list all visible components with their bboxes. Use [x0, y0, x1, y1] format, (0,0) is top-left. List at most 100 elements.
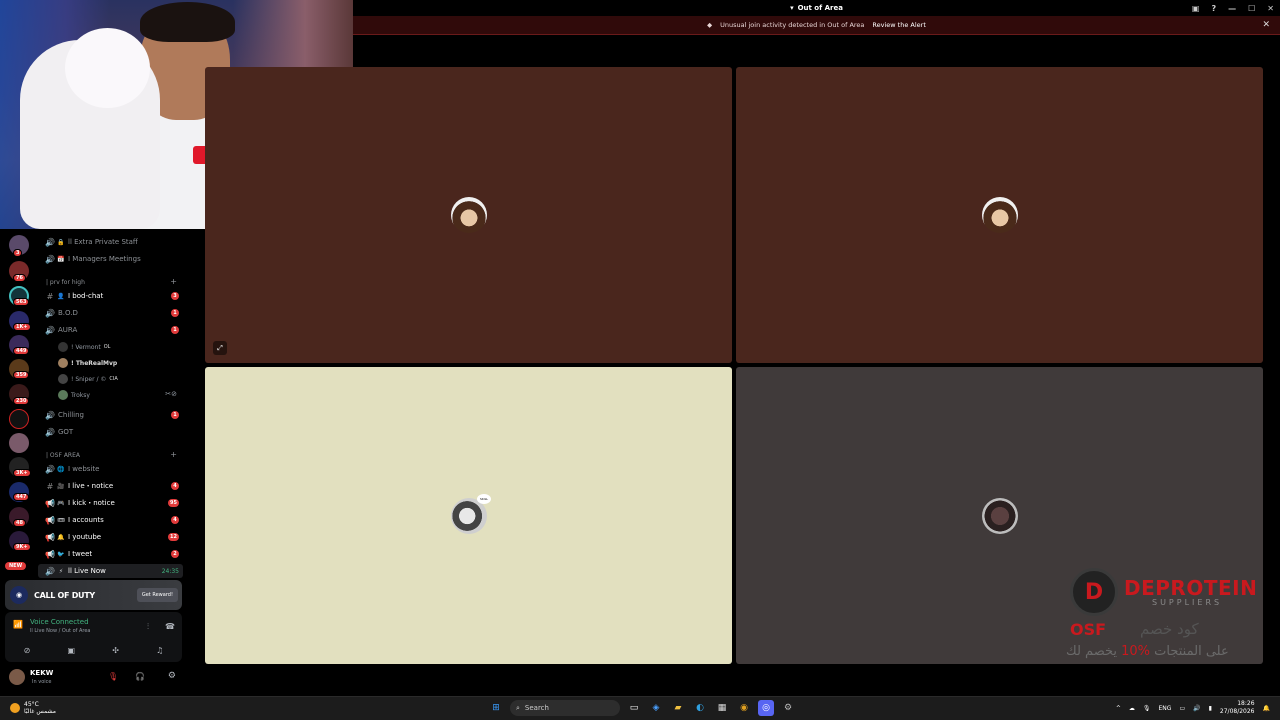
raid-alert-banner: ◆ Unusual join activity detected in Out …	[353, 16, 1280, 35]
channel-accounts[interactable]: 📢 🎟 I accounts 4	[38, 513, 183, 527]
add-channel-icon[interactable]: +	[170, 450, 177, 459]
channel-emoji: 🎥	[57, 482, 65, 490]
add-channel-icon[interactable]: +	[170, 277, 177, 286]
speaker-icon: 🔊	[45, 325, 55, 335]
channel-label: GOT	[58, 428, 74, 436]
announcement-icon: 📢	[45, 498, 55, 508]
server-dropdown-icon[interactable]: ▾	[790, 4, 794, 12]
channel-chilling[interactable]: 🔊 Chilling 1	[38, 408, 183, 422]
channel-emoji: 🌐	[57, 465, 65, 473]
server-icon[interactable]	[9, 433, 29, 453]
server-icon[interactable]	[9, 409, 29, 429]
channel-youtube[interactable]: 📢 🔔 I youtube 12	[38, 530, 183, 544]
chrome-icon[interactable]: ◉	[736, 700, 752, 716]
channel-emoji: 🎟	[57, 516, 65, 524]
sun-icon	[10, 703, 20, 713]
speech-bubble-icon: SKILL	[477, 494, 491, 504]
start-icon[interactable]: ⊞	[488, 700, 504, 716]
search-box[interactable]: ⌕ Search	[510, 700, 620, 716]
maximize-button[interactable]: ☐	[1248, 4, 1255, 13]
monitor-icon[interactable]: ▭	[1179, 705, 1185, 712]
review-alert-link[interactable]: Review the Alert	[872, 21, 925, 29]
avatar	[58, 358, 68, 368]
network-icon[interactable]: ☁	[1129, 705, 1135, 712]
noise-suppression-icon[interactable]: ⫶	[147, 622, 149, 632]
participant-avatar	[981, 197, 1018, 233]
disconnect-icon[interactable]: ☎	[165, 622, 175, 631]
category-prv-for-high[interactable]: | prv for high	[46, 279, 85, 286]
mic-icon[interactable]: 🎙	[1143, 705, 1151, 712]
avatar[interactable]	[9, 669, 25, 685]
inbox-icon[interactable]: ▣	[1192, 4, 1200, 13]
voice-location[interactable]: ll Live Now / Out of Area	[30, 628, 91, 634]
channel-label: I live・notice	[68, 482, 114, 490]
channel-aura[interactable]: 🔊 AURA 1	[38, 323, 183, 337]
video-tile[interactable]	[736, 67, 1263, 363]
channel-managers-meetings[interactable]: 🔊 📅 I Managers Meetings	[38, 252, 183, 266]
voice-user[interactable]: ! Sniper / © CIA	[58, 372, 118, 386]
clock[interactable]: 18:26 27/08/2026	[1220, 700, 1255, 716]
channel-bod[interactable]: 🔊 B.O.D 1	[38, 306, 183, 320]
channel-label: I tweet	[68, 550, 93, 558]
help-icon[interactable]: ?	[1211, 4, 1216, 13]
volume-icon[interactable]: 🔊	[1193, 705, 1200, 712]
chevron-up-icon[interactable]: ^	[1116, 705, 1121, 712]
channel-live-notice[interactable]: # 🎥 I live・notice 4	[38, 479, 183, 493]
channel-live-now[interactable]: 🔊 ⚡ ll Live Now 24:35	[38, 564, 183, 578]
cod-logo-icon: ◉	[10, 586, 28, 604]
channel-label: I kick・notice	[68, 499, 115, 507]
video-tile[interactable]: SKILL	[205, 367, 732, 664]
screen-share-icon[interactable]: ▣	[68, 646, 76, 655]
signal-icon: 📶	[13, 620, 23, 629]
camera-icon[interactable]: ⊘	[24, 646, 31, 655]
minimize-button[interactable]: —	[1228, 4, 1236, 13]
unread-badge: 4	[171, 482, 179, 490]
task-view-icon[interactable]: ▭	[626, 700, 642, 716]
user-status: In voice	[32, 679, 52, 685]
deafen-icon[interactable]: 🎧	[135, 672, 145, 681]
close-window-button[interactable]: ✕	[1267, 4, 1274, 13]
activities-icon[interactable]: ✣	[112, 646, 119, 655]
channel-kick-notice[interactable]: 📢 🎮 I kick・notice 95	[38, 496, 183, 510]
weather-widget[interactable]: 45°C مشمس غالبًا	[10, 701, 56, 715]
channel-label: AURA	[58, 326, 78, 334]
battery-icon[interactable]: ▮	[1209, 705, 1212, 712]
announcement-icon: 📢	[45, 532, 55, 542]
store-icon[interactable]: ▦	[714, 700, 730, 716]
alert-icon: ◆	[707, 21, 713, 29]
voice-user[interactable]: Troksy	[58, 388, 90, 402]
close-alert-icon[interactable]: ✕	[1262, 20, 1270, 30]
speaker-icon: 🔊	[45, 254, 55, 264]
voice-user[interactable]: ! TheRealMvp	[58, 356, 117, 370]
video-tile[interactable]: ⤢	[205, 67, 732, 363]
channel-extra-private-staff[interactable]: 🔊 🔒 ll Extra Private Staff	[38, 235, 183, 249]
speaker-icon: 🔊	[45, 464, 55, 474]
voice-status[interactable]: Voice Connected	[30, 618, 89, 626]
search-icon: ⌕	[516, 703, 520, 712]
user-tag: CIA	[109, 376, 118, 382]
channel-website[interactable]: 🔊 🌐 I website	[38, 462, 183, 476]
soundboard-icon[interactable]: ♫	[156, 646, 163, 655]
channel-bod-chat[interactable]: # 👤 I bod-chat 3	[38, 289, 183, 303]
promo-code: OSF	[1070, 620, 1107, 639]
speaker-icon: 🔊	[45, 308, 55, 318]
title-bar: ▾ Out of Area ▣ ? — ☐ ✕	[353, 0, 1280, 16]
voice-user[interactable]: ! Vermont OL	[58, 340, 110, 354]
steam-icon[interactable]: ⚙	[780, 700, 796, 716]
discord-icon[interactable]: ◎	[758, 700, 774, 716]
mute-mic-icon[interactable]: 🎙	[108, 672, 118, 681]
server-rail: 3 76 563 1K+ 449 359 230 3K+ 447 48 9K+ …	[0, 229, 38, 579]
file-explorer-icon[interactable]: ▰	[670, 700, 686, 716]
gear-icon[interactable]: ⚙	[168, 671, 176, 681]
edge-icon[interactable]: ◐	[692, 700, 708, 716]
channel-got[interactable]: 🔊 GOT	[38, 425, 183, 439]
notifications-icon[interactable]: 🔔	[1263, 705, 1270, 712]
get-reward-button[interactable]: Get Reward!	[136, 588, 178, 602]
category-osf-area[interactable]: | OSF AREA	[46, 452, 80, 459]
avatar	[58, 390, 68, 400]
copilot-icon[interactable]: ◈	[648, 700, 664, 716]
language-indicator[interactable]: ENG	[1159, 705, 1172, 712]
participant-avatar	[981, 497, 1018, 534]
focus-icon[interactable]: ⤢	[213, 341, 227, 355]
channel-tweet[interactable]: 📢 🐦 I tweet 2	[38, 547, 183, 561]
